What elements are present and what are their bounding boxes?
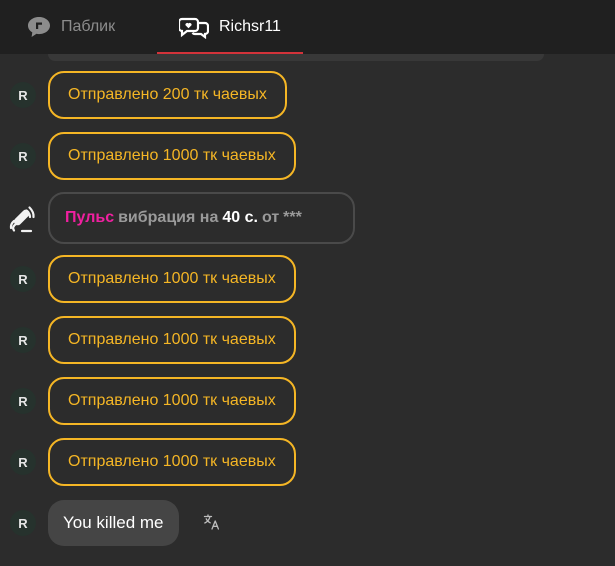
text-message-bubble: You killed me	[48, 500, 179, 546]
avatar[interactable]: R	[10, 449, 36, 475]
tip-message-bubble: Отправлено 1000 тк чаевых	[48, 132, 296, 180]
avatar[interactable]: R	[10, 82, 36, 108]
pulse-action-text: вибрация на	[118, 209, 219, 226]
list-item: Пульс вибрация на 40 с. от ***	[0, 192, 615, 244]
chat-tab-bar: Паблик Richsr11	[0, 0, 615, 54]
avatar[interactable]: R	[10, 327, 36, 353]
avatar[interactable]: R	[10, 143, 36, 169]
tip-message-bubble: Отправлено 1000 тк чаевых	[48, 255, 296, 303]
list-item: R Отправлено 1000 тк чаевых	[0, 316, 615, 368]
translate-icon[interactable]	[203, 513, 221, 531]
tip-message-bubble: Отправлено 1000 тк чаевых	[48, 316, 296, 364]
avatar[interactable]: R	[10, 266, 36, 292]
pulse-message-bubble: Пульс вибрация на 40 с. от ***	[48, 192, 355, 244]
tip-message-bubble: Отправлено 1000 тк чаевых	[48, 377, 296, 425]
tab-private-chat-label: Richsr11	[219, 18, 281, 35]
list-item: R Отправлено 1000 тк чаевых	[0, 255, 615, 307]
previous-message-edge	[48, 54, 544, 61]
private-chat-icon	[179, 17, 209, 39]
pulse-label: Пульс	[65, 209, 115, 226]
list-item: R Отправлено 1000 тк чаевых	[0, 438, 615, 490]
tab-public[interactable]: Паблик	[27, 0, 115, 54]
tip-message-bubble: Отправлено 200 тк чаевых	[48, 71, 287, 119]
list-item: R Отправлено 1000 тк чаевых	[0, 132, 615, 184]
avatar[interactable]: R	[10, 388, 36, 414]
list-item: R Отправлено 200 тк чаевых	[0, 71, 615, 123]
tab-public-label: Паблик	[61, 18, 116, 35]
pulse-sender: ***	[283, 209, 302, 226]
pulse-duration: 40 с.	[222, 209, 258, 226]
tip-message-bubble: Отправлено 1000 тк чаевых	[48, 438, 296, 486]
list-item: R Отправлено 1000 тк чаевых	[0, 377, 615, 429]
vibration-icon	[9, 206, 35, 233]
chat-bubble-icon	[28, 17, 50, 37]
pulse-from-label: от	[261, 209, 280, 226]
avatar[interactable]: R	[10, 510, 36, 536]
tab-private-chat[interactable]: Richsr11	[157, 0, 303, 54]
list-item: R You killed me	[0, 500, 615, 552]
